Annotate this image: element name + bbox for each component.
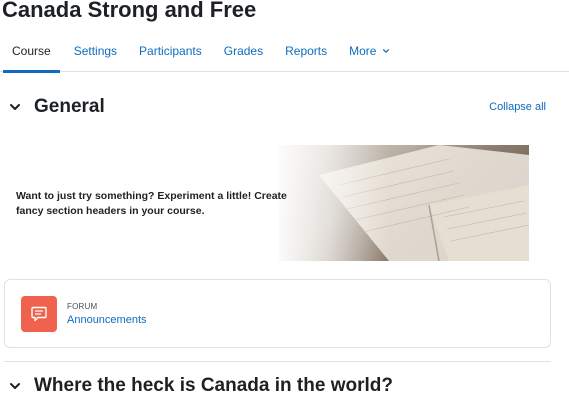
section-divider bbox=[4, 361, 551, 362]
tab-more[interactable]: More bbox=[338, 36, 401, 72]
tab-settings[interactable]: Settings bbox=[63, 36, 128, 72]
activity-card-forum: FORUM Announcements bbox=[4, 279, 551, 348]
forum-icon bbox=[21, 296, 57, 332]
collapse-all-link[interactable]: Collapse all bbox=[489, 101, 546, 113]
activity-name-link[interactable]: Announcements bbox=[67, 314, 147, 326]
chevron-down-icon bbox=[382, 49, 389, 54]
chevron-down-icon[interactable] bbox=[8, 379, 22, 393]
banner-text: Want to just try something? Experiment a… bbox=[16, 190, 287, 217]
section-header-general: General bbox=[8, 93, 105, 121]
activity-type-label: FORUM bbox=[67, 302, 98, 311]
section-banner-image: Want to just try something? Experiment a… bbox=[2, 145, 529, 261]
tab-grades[interactable]: Grades bbox=[213, 36, 274, 72]
tab-reports[interactable]: Reports bbox=[274, 36, 338, 72]
tab-participants[interactable]: Participants bbox=[128, 36, 213, 72]
tab-more-label: More bbox=[349, 43, 377, 58]
tab-course[interactable]: Course bbox=[0, 36, 63, 73]
section-header-where-canada: Where the heck is Canada in the world? bbox=[8, 372, 393, 400]
page-title: Canada Strong and Free bbox=[2, 0, 257, 22]
section-title-where-canada[interactable]: Where the heck is Canada in the world? bbox=[34, 375, 393, 397]
section-title-general[interactable]: General bbox=[34, 96, 105, 118]
course-nav-tabs: Course Settings Participants Grades Repo… bbox=[0, 36, 569, 73]
chevron-down-icon[interactable] bbox=[8, 100, 22, 114]
